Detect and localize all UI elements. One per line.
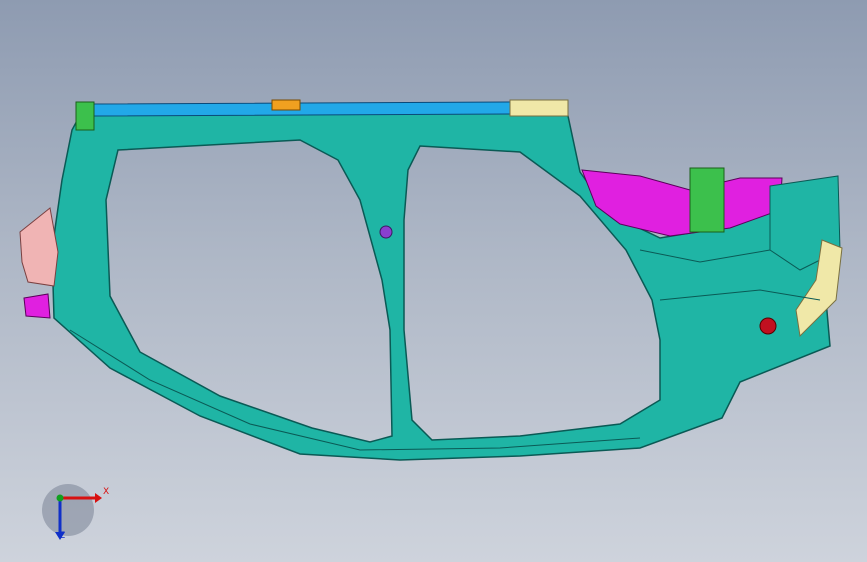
roof-clip[interactable] (271, 99, 301, 111)
front-lower-bracket[interactable] (23, 293, 51, 319)
front-green-bracket[interactable] (75, 101, 95, 131)
front-pillar-patch[interactable] (19, 207, 59, 287)
y-axis-point (56, 494, 64, 502)
x-axis-arrow (95, 493, 102, 503)
body-side-outer-panel[interactable] (51, 105, 839, 461)
tail-latch[interactable] (759, 317, 777, 335)
roof-rail-end-cap[interactable] (509, 99, 569, 117)
triad-shadow (42, 484, 94, 536)
z-axis-label: Z (59, 531, 66, 541)
x-axis-label: X (103, 487, 110, 497)
cad-3d-viewport[interactable]: X Z (0, 0, 867, 562)
b-pillar-fastener[interactable] (379, 225, 393, 239)
rear-green-bracket[interactable] (689, 167, 725, 233)
body-side-assembly-model[interactable] (0, 0, 867, 562)
